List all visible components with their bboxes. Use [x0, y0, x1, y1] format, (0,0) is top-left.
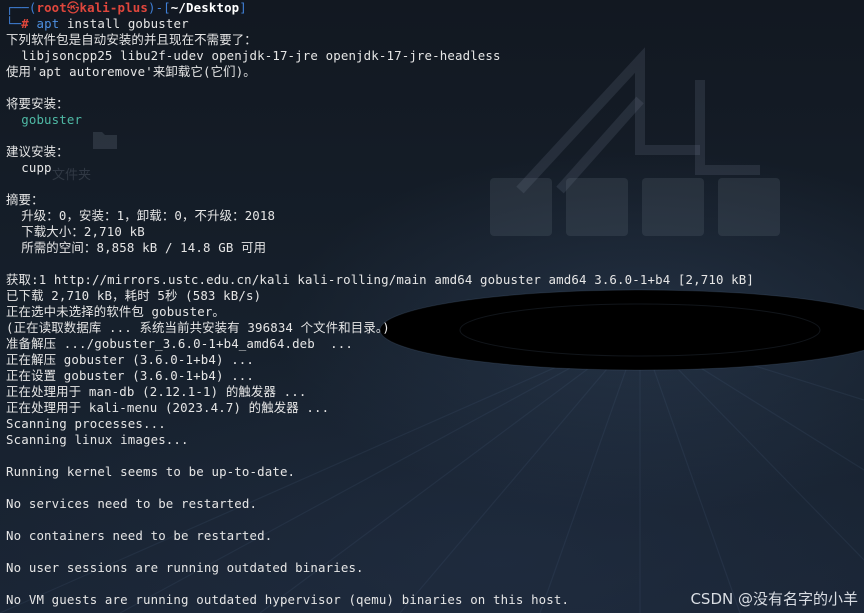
output-line: 所需的空间：8,858 kB / 14.8 GB 可用 [6, 240, 267, 255]
csdn-watermark: CSDN @没有名字的小羊 [690, 590, 858, 608]
output-line: No user sessions are running outdated bi… [6, 560, 364, 575]
output-line: Running kernel seems to be up-to-date. [6, 464, 296, 479]
skull-icon: ㉿ [66, 0, 80, 15]
prompt-user: root [36, 0, 67, 15]
output-line: 建议安装： [6, 144, 69, 159]
prompt-corner-bottom: └─ [6, 16, 22, 31]
output-line: 获取:1 http://mirrors.ustc.edu.cn/kali kal… [6, 272, 755, 287]
output-line: No services need to be restarted. [6, 496, 258, 511]
output-line: No containers need to be restarted. [6, 528, 273, 543]
output-line: cupp [6, 160, 52, 175]
output-line: (正在读取数据库 ... 系统当前共安装有 396834 个文件和目录。) [6, 320, 390, 335]
prompt-close: ] [239, 0, 247, 15]
command-name: apt [36, 16, 60, 31]
output-line: 摘要： [6, 192, 44, 207]
output-line: 准备解压 .../gobuster_3.6.0-1+b4_amd64.deb .… [6, 336, 353, 351]
output-line: 使用'apt autoremove'来卸载它(它们)。 [6, 64, 256, 79]
output-line: Scanning linux images... [6, 432, 189, 447]
prompt-separator: )-[ [147, 0, 171, 15]
output-line: 下载大小：2,710 kB [6, 224, 145, 239]
output-line: libjsoncpp25 libu2f-udev openjdk-17-jre … [6, 48, 501, 63]
command-args: install gobuster [59, 16, 189, 31]
output-line: 正在解压 gobuster (3.6.0-1+b4) ... [6, 352, 255, 367]
prompt-corner-top: ┌──( [6, 0, 37, 15]
prompt-path: ~/Desktop [170, 0, 240, 15]
output-line: 正在选中未选择的软件包 gobuster。 [6, 304, 225, 319]
output-line: 将要安装： [6, 96, 69, 111]
prompt-host: kali-plus [79, 0, 148, 15]
output-line: Scanning processes... [6, 416, 166, 431]
output-line: 正在设置 gobuster (3.6.0-1+b4) ... [6, 368, 255, 383]
output-line: 下列软件包是自动安装的并且现在不需要了： [6, 32, 257, 47]
output-line: 升级：0，安装：1，卸载：0，不升级：2018 [6, 208, 276, 223]
prompt-hash: # [21, 16, 29, 31]
prompt-line-top: ┌──(root㉿kali-plus)-[~/Desktop] [6, 0, 864, 16]
output-line-highlight: gobuster [6, 112, 83, 127]
output-line: 已下载 2,710 kB，耗时 5秒 (583 kB/s) [6, 288, 262, 303]
prompt-line-command: └─# apt install gobuster [6, 16, 864, 32]
output-line: 正在处理用于 kali-menu (2023.4.7) 的触发器 ... [6, 400, 330, 415]
output-line: 正在处理用于 man-db (2.12.1-1) 的触发器 ... [6, 384, 307, 399]
terminal-output[interactable]: ┌──(root㉿kali-plus)-[~/Desktop] └─# apt … [6, 0, 864, 608]
